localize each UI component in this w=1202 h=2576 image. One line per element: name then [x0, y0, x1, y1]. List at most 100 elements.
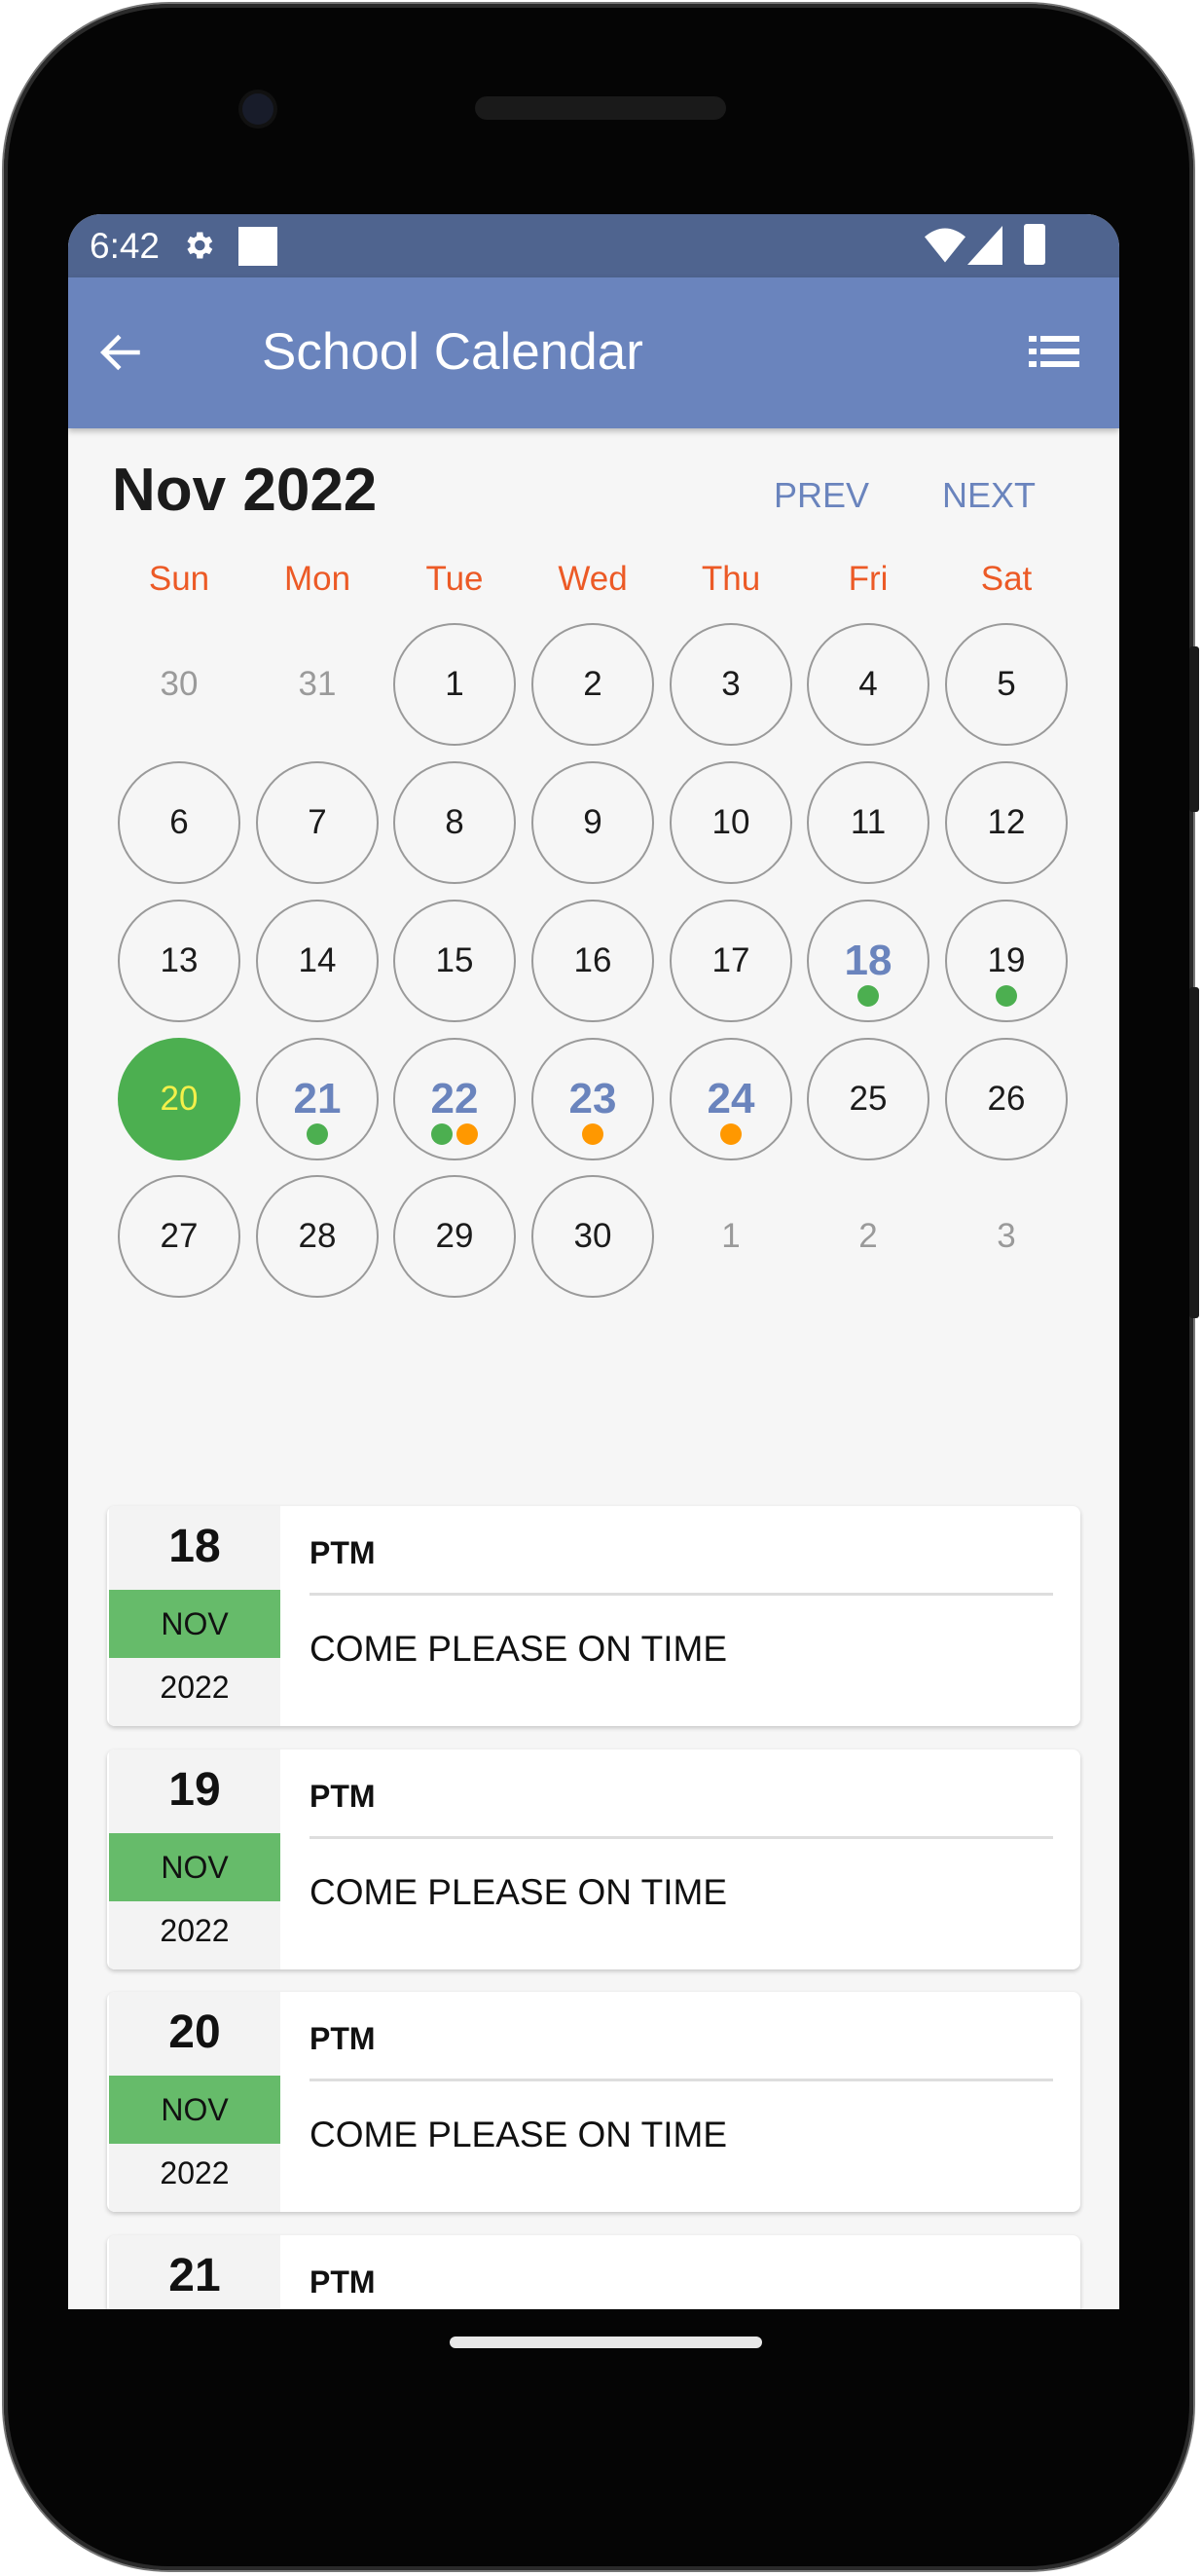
calendar-day[interactable]: 5 [945, 623, 1068, 746]
event-date-column: 19 NOV 2022 [109, 1749, 280, 1969]
calendar-day[interactable]: 18 [807, 900, 929, 1022]
day-number: 11 [850, 803, 887, 841]
calendar-day[interactable]: 22 [393, 1038, 516, 1160]
event-card[interactable]: 18 NOV 2022 PTM COME PLEASE ON TIME [107, 1506, 1080, 1726]
calendar-day[interactable]: 16 [531, 900, 654, 1022]
event-day: 21 [168, 2250, 221, 2301]
weekday-sat: Sat [980, 560, 1033, 598]
calendar-day[interactable]: 4 [807, 623, 929, 746]
day-number: 17 [711, 941, 750, 979]
page-title: School Calendar [262, 323, 643, 381]
day-number: 3 [997, 1217, 1016, 1255]
day-number: 23 [568, 1075, 617, 1122]
calendar-day[interactable]: 7 [256, 761, 379, 884]
calendar-day[interactable]: 1 [670, 1175, 792, 1298]
event-dots [947, 985, 1066, 1007]
event-divider [310, 1593, 1053, 1596]
calendar-day-today[interactable]: 20 [118, 1038, 240, 1160]
calendar-day[interactable]: 28 [256, 1175, 379, 1298]
home-indicator[interactable] [450, 2337, 762, 2348]
day-number: 28 [298, 1217, 337, 1255]
calendar-day[interactable]: 3 [945, 1175, 1068, 1298]
arrow-left-icon[interactable] [97, 328, 146, 377]
event-description: COME PLEASE ON TIME [310, 1872, 728, 1912]
day-number: 6 [169, 803, 189, 841]
calendar-day[interactable]: 2 [531, 623, 654, 746]
calendar-day[interactable]: 21 [256, 1038, 379, 1160]
prev-month-button[interactable]: PREV [774, 475, 869, 516]
calendar-day[interactable]: 12 [945, 761, 1068, 884]
day-number: 2 [583, 665, 602, 703]
calendar-day[interactable]: 3 [670, 623, 792, 746]
notification-square-icon [238, 227, 277, 266]
gear-icon [187, 232, 213, 259]
day-number: 19 [987, 941, 1026, 979]
calendar-day[interactable]: 31 [256, 623, 379, 746]
list-icon[interactable] [1029, 336, 1079, 367]
day-number: 29 [435, 1217, 474, 1255]
calendar-day[interactable]: 23 [531, 1038, 654, 1160]
event-year: 2022 [160, 1913, 230, 1948]
calendar-day[interactable]: 15 [393, 900, 516, 1022]
calendar-day[interactable]: 1 [393, 623, 516, 746]
day-number: 26 [987, 1080, 1026, 1118]
event-divider [310, 1836, 1053, 1839]
weekday-tue: Tue [425, 560, 484, 598]
calendar-day[interactable]: 17 [670, 900, 792, 1022]
calendar-day[interactable]: 14 [256, 900, 379, 1022]
day-number: 9 [583, 803, 602, 841]
event-card[interactable]: 19 NOV 2022 PTM COME PLEASE ON TIME [107, 1749, 1080, 1969]
event-month: NOV [109, 1590, 280, 1658]
calendar-day[interactable]: 26 [945, 1038, 1068, 1160]
day-number: 12 [987, 803, 1026, 841]
event-title: PTM [310, 1535, 376, 1570]
front-camera [242, 93, 273, 125]
status-time: 6:42 [90, 226, 161, 266]
calendar-day[interactable]: 25 [807, 1038, 929, 1160]
day-number: 24 [707, 1075, 755, 1122]
weekday-wed: Wed [558, 560, 628, 598]
calendar-day[interactable]: 6 [118, 761, 240, 884]
event-day: 19 [168, 1764, 221, 1816]
day-number: 16 [573, 941, 612, 979]
event-dots [258, 1123, 377, 1145]
calendar-day[interactable]: 2 [807, 1175, 929, 1298]
event-dots [395, 1123, 514, 1145]
calendar-day[interactable]: 29 [393, 1175, 516, 1298]
calendar-day[interactable]: 10 [670, 761, 792, 884]
calendar-day[interactable]: 19 [945, 900, 1068, 1022]
calendar-day[interactable]: 8 [393, 761, 516, 884]
event-dot-green [307, 1123, 328, 1145]
event-card[interactable]: 21NOV2022 PTM [107, 2235, 1080, 2309]
calendar-day[interactable]: 11 [807, 761, 929, 884]
month-title: Nov 2022 [112, 457, 378, 524]
day-number: 8 [445, 803, 464, 841]
calendar-day[interactable]: 30 [118, 623, 240, 746]
weekday-fri: Fri [848, 560, 889, 598]
day-number: 30 [573, 1217, 612, 1255]
day-number: 27 [160, 1217, 199, 1255]
next-month-button[interactable]: NEXT [942, 475, 1036, 516]
event-year: 2022 [160, 2155, 230, 2190]
day-number: 2 [858, 1217, 878, 1255]
day-number: 14 [298, 941, 337, 979]
app-bar: School Calendar [68, 277, 1119, 428]
calendar-day[interactable]: 27 [118, 1175, 240, 1298]
event-dot-orange [720, 1123, 742, 1145]
weekday-thu: Thu [701, 560, 761, 598]
day-number: 1 [721, 1217, 741, 1255]
calendar-day[interactable]: 30 [531, 1175, 654, 1298]
calendar-day[interactable]: 13 [118, 900, 240, 1022]
calendar-day[interactable]: 9 [531, 761, 654, 884]
day-number: 20 [160, 1080, 199, 1118]
power-button [1189, 646, 1199, 812]
signal-icon [967, 226, 1002, 265]
day-number: 1 [445, 665, 464, 703]
day-number: 30 [160, 665, 199, 703]
event-dots [533, 1123, 652, 1145]
event-date-column: 18 NOV 2022 [109, 1506, 280, 1726]
day-number: 31 [298, 665, 337, 703]
event-card[interactable]: 20 NOV 2022 PTM COME PLEASE ON TIME [107, 1992, 1080, 2212]
calendar-day[interactable]: 24 [670, 1038, 792, 1160]
event-description: COME PLEASE ON TIME [310, 1629, 728, 1669]
